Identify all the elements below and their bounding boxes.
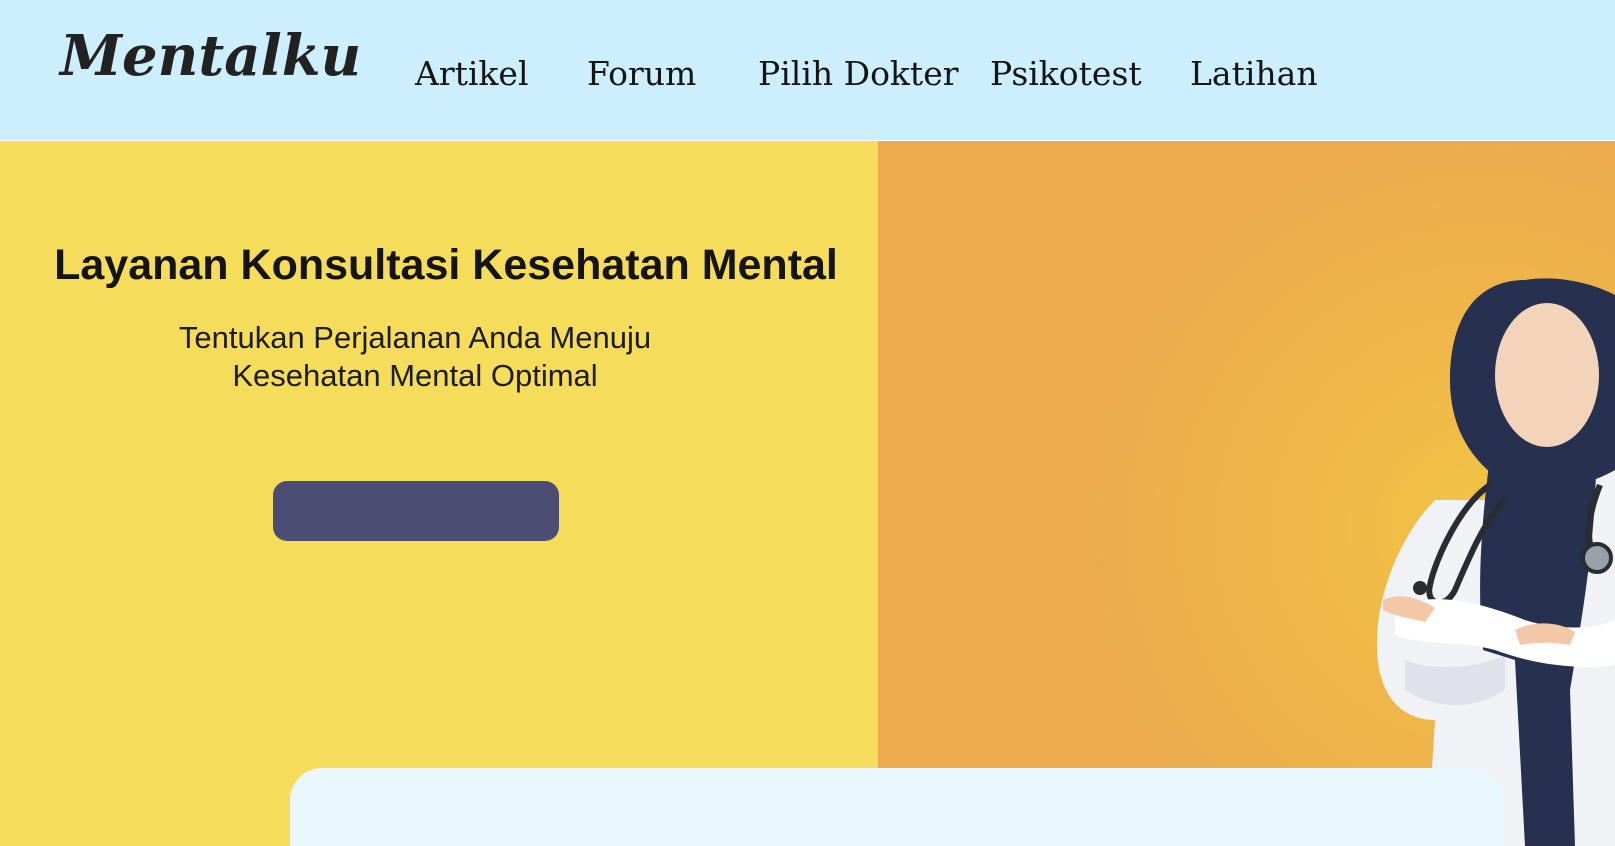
content-card [290, 768, 1504, 846]
logo[interactable]: Mentalku [60, 28, 361, 84]
hero-cta-button[interactable] [273, 481, 559, 541]
hero-title: Layanan Konsultasi Kesehatan Mental [54, 241, 838, 289]
nav-item-artikel[interactable]: Artikel [415, 52, 529, 96]
nav-item-forum[interactable]: Forum [587, 52, 696, 96]
nav-item-psikotest[interactable]: Psikotest [990, 52, 1142, 96]
hero-subtitle-line-2: Kesehatan Mental Optimal [232, 358, 598, 393]
nav-item-pilih-dokter[interactable]: Pilih Dokter [758, 52, 959, 96]
top-navbar: Mentalku Artikel Forum Pilih Dokter Psik… [0, 0, 1615, 140]
doctor-illustration [1376, 278, 1615, 846]
hero-subtitle: Tentukan Perjalanan Anda Menuju Kesehata… [70, 319, 760, 395]
nav-item-latihan[interactable]: Latihan [1190, 52, 1318, 96]
page: Mentalku Artikel Forum Pilih Dokter Psik… [0, 0, 1615, 846]
hero-subtitle-line-1: Tentukan Perjalanan Anda Menuju [178, 320, 652, 355]
